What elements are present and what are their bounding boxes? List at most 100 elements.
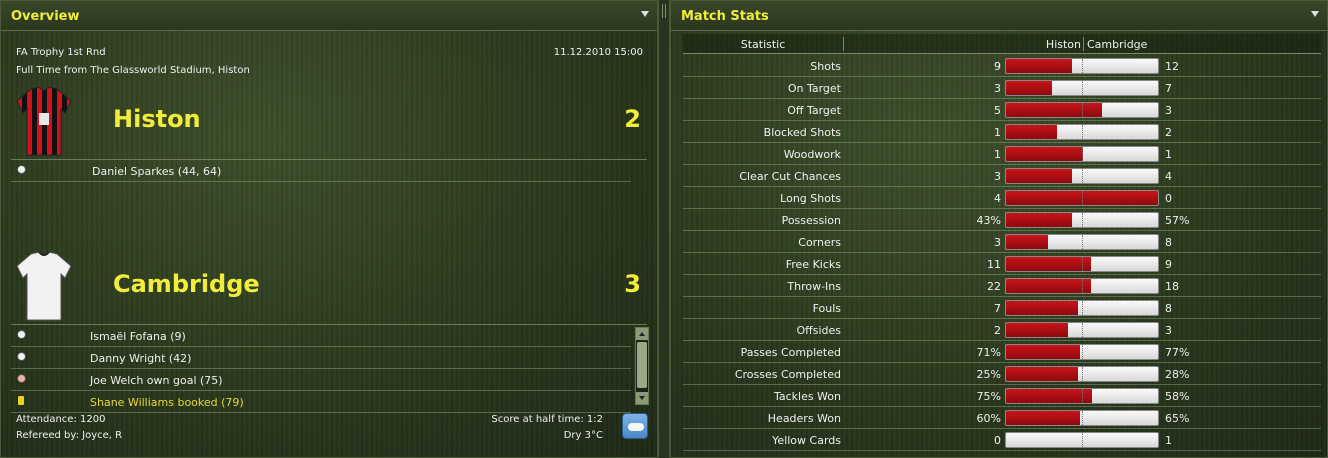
scroll-up-icon[interactable] [636, 328, 648, 340]
stat-away-value: 58% [1165, 390, 1190, 403]
stat-label: Offsides [796, 324, 841, 337]
event-text[interactable]: Danny Wright (42) [90, 352, 191, 365]
bar-midline [1082, 367, 1083, 381]
stat-label: Tackles Won [773, 390, 841, 403]
stat-label: On Target [787, 82, 841, 95]
stat-comparison-bar [1005, 366, 1159, 382]
yellow-card-icon [18, 396, 24, 405]
stat-home-share-fill [1006, 411, 1080, 425]
stat-row: Shots 9 12 [683, 55, 1321, 77]
bar-midline [1082, 257, 1083, 271]
stat-away-value: 65% [1165, 412, 1190, 425]
own-goal-ball-icon [17, 374, 26, 383]
stat-home-share-fill [1006, 301, 1078, 315]
stat-comparison-bar [1005, 410, 1159, 426]
stat-row: On Target 3 7 [683, 77, 1321, 99]
event-row: Shane Williams booked (79) [11, 391, 631, 413]
event-text[interactable]: Daniel Sparkes (44, 64) [92, 165, 221, 178]
bar-midline [1082, 213, 1083, 227]
stat-away-value: 1 [1165, 434, 1172, 447]
stat-label: Woodwork [783, 148, 841, 161]
stat-label: Corners [798, 236, 841, 249]
stat-comparison-bar [1005, 102, 1159, 118]
overview-panel: Overview FA Trophy 1st Rnd 11.12.2010 15… [0, 0, 658, 458]
stat-home-share-fill [1006, 103, 1102, 117]
bar-midline [1082, 279, 1083, 293]
event-text[interactable]: Shane Williams booked (79) [90, 396, 244, 409]
away-shirt-icon [17, 252, 71, 321]
competition-label: FA Trophy 1st Rnd [16, 47, 106, 58]
stat-row: Passes Completed 71% 77% [683, 341, 1321, 363]
event-text[interactable]: Joe Welch own goal (75) [90, 374, 223, 387]
scroll-down-icon[interactable] [636, 392, 648, 404]
stat-row: Clear Cut Chances 3 4 [683, 165, 1321, 187]
stats-table-header: Statistic Histon Cambridge [683, 34, 1321, 54]
stat-away-value: 8 [1165, 236, 1172, 249]
events-scrollbar[interactable] [635, 327, 649, 405]
bar-midline [1082, 81, 1083, 95]
stat-away-value: 3 [1165, 104, 1172, 117]
stat-comparison-bar [1005, 344, 1159, 360]
stat-comparison-bar [1005, 234, 1159, 250]
stat-row: Crosses Completed 25% 28% [683, 363, 1321, 385]
bar-midline [1082, 125, 1083, 139]
overview-menu-icon[interactable] [641, 11, 649, 17]
stat-comparison-bar [1005, 146, 1159, 162]
stat-home-share-fill [1006, 389, 1092, 403]
stat-row: Throw-Ins 22 18 [683, 275, 1321, 297]
goal-ball-icon [17, 352, 26, 361]
stat-comparison-bar [1005, 300, 1159, 316]
stat-label: Shots [810, 60, 841, 73]
referee-label: Refereed by: Joyce, R [16, 430, 123, 441]
stat-row: Possession 43% 57% [683, 209, 1321, 231]
stat-label: Throw-Ins [787, 280, 841, 293]
stat-label: Off Target [787, 104, 841, 117]
stat-home-share-fill [1006, 59, 1072, 73]
match-stats-menu-icon[interactable] [1311, 11, 1319, 17]
bar-midline [1082, 323, 1083, 337]
column-header-away[interactable]: Cambridge [1087, 38, 1147, 51]
scroll-thumb[interactable] [637, 342, 647, 388]
stat-row: Fouls 7 8 [683, 297, 1321, 319]
column-header-statistic[interactable]: Statistic [683, 38, 843, 51]
stat-label: Free Kicks [785, 258, 841, 271]
stat-home-value: 7 [994, 302, 1001, 315]
stat-away-value: 4 [1165, 170, 1172, 183]
stat-home-share-fill [1006, 367, 1078, 381]
event-text[interactable]: Ismaël Fofana (9) [90, 330, 186, 343]
stat-comparison-bar [1005, 58, 1159, 74]
stat-away-value: 7 [1165, 82, 1172, 95]
stat-row: Blocked Shots 1 2 [683, 121, 1321, 143]
panel-splitter[interactable] [658, 0, 670, 458]
stat-row: Free Kicks 11 9 [683, 253, 1321, 275]
bar-midline [1082, 191, 1083, 205]
weather-label: Dry 3°C [563, 430, 603, 441]
attendance-label: Attendance: 1200 [16, 414, 106, 425]
stat-home-value: 3 [994, 82, 1001, 95]
stat-home-value: 22 [987, 280, 1001, 293]
stat-home-share-fill [1006, 81, 1052, 95]
stat-away-value: 12 [1165, 60, 1179, 73]
half-time-score: Score at half time: 1:2 [491, 414, 603, 425]
column-header-home[interactable]: Histon [1046, 38, 1081, 51]
bar-midline [1082, 59, 1083, 73]
bar-midline [1082, 411, 1083, 425]
away-team-score: 3 [624, 270, 641, 298]
event-row: Danny Wright (42) [11, 347, 631, 369]
bar-midline [1082, 433, 1083, 447]
stat-away-value: 0 [1165, 192, 1172, 205]
stat-home-share-fill [1006, 125, 1057, 139]
stat-comparison-bar [1005, 168, 1159, 184]
stat-comparison-bar [1005, 212, 1159, 228]
stat-away-value: 1 [1165, 148, 1172, 161]
stat-comparison-bar [1005, 80, 1159, 96]
bar-midline [1082, 301, 1083, 315]
overview-title: Overview [11, 9, 80, 24]
splitter-grip-icon[interactable] [662, 4, 666, 18]
stat-row: Tackles Won 75% 58% [683, 385, 1321, 407]
stat-home-share-fill [1006, 279, 1091, 293]
stat-label: Long Shots [780, 192, 841, 205]
stat-home-value: 71% [976, 346, 1001, 359]
stat-row: Long Shots 4 0 [683, 187, 1321, 209]
stat-home-value: 9 [994, 60, 1001, 73]
